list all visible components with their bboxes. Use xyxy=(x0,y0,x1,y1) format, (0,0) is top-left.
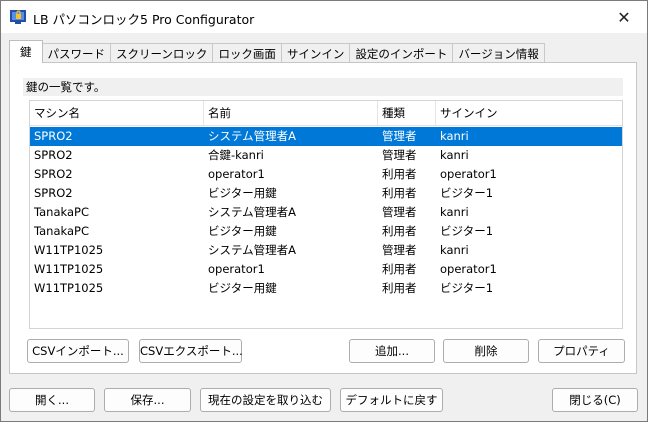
key-list-header: マシン名 名前 種類 サインイン xyxy=(30,101,622,126)
cell-machine: SPRO2 xyxy=(34,167,73,181)
column-header-machine[interactable]: マシン名 xyxy=(30,101,204,125)
load-current-settings-button[interactable]: 現在の設定を取り込む xyxy=(200,388,331,412)
cell-type: 利用者 xyxy=(382,186,417,200)
cell-type: 管理者 xyxy=(382,205,417,219)
cell-name: システム管理者A xyxy=(208,205,297,219)
open-button[interactable]: 開く... xyxy=(9,388,95,412)
cell-signin: kanri xyxy=(440,148,469,162)
tab-sign-in[interactable]: サインイン xyxy=(280,43,351,63)
cell-signin: ビジター1 xyxy=(440,186,494,200)
cell-signin: ビジター1 xyxy=(440,224,494,238)
table-row[interactable]: SPRO2 システム管理者A 管理者 kanri xyxy=(30,127,622,146)
table-row[interactable]: SPRO2 ビジター用鍵 利用者 ビジター1 xyxy=(30,184,622,203)
properties-button[interactable]: プロパティ xyxy=(538,339,625,363)
close-button[interactable]: 閉じる(C) xyxy=(552,388,638,412)
cell-type: 利用者 xyxy=(382,167,417,181)
cell-name: ビジター用鍵 xyxy=(208,186,277,200)
key-list[interactable]: マシン名 名前 種類 サインイン SPRO2 システム管理者A 管理者 kanr… xyxy=(29,100,623,329)
reset-default-button[interactable]: デフォルトに戻す xyxy=(340,388,443,412)
cell-signin: ビジター1 xyxy=(440,281,494,295)
cell-machine: SPRO2 xyxy=(34,148,73,162)
cell-machine: SPRO2 xyxy=(34,129,73,143)
cell-machine: TanakaPC xyxy=(34,224,89,238)
tab-strip: 鍵 パスワード スクリーンロック ロック画面 サインイン 設定のインポート バー… xyxy=(9,40,545,63)
window-title: LB パソコンロック5 Pro Configurator xyxy=(33,12,255,27)
csv-export-button[interactable]: CSVエクスポート... xyxy=(139,339,243,363)
cell-machine: W11TP1025 xyxy=(34,281,104,295)
cell-type: 利用者 xyxy=(382,262,417,276)
cell-signin: kanri xyxy=(440,129,469,143)
cell-name: システム管理者A xyxy=(208,243,297,257)
column-header-signin[interactable]: サインイン xyxy=(436,101,622,125)
tab-password[interactable]: パスワード xyxy=(41,43,111,63)
close-icon[interactable]: ✕ xyxy=(601,1,647,33)
save-button[interactable]: 保存... xyxy=(104,388,191,412)
cell-machine: W11TP1025 xyxy=(34,262,104,276)
table-row[interactable]: TanakaPC ビジター用鍵 利用者 ビジター1 xyxy=(30,222,622,241)
delete-key-button[interactable]: 削除 xyxy=(443,339,529,363)
cell-name: operator1 xyxy=(208,262,265,276)
tab-lock-screen[interactable]: ロック画面 xyxy=(212,43,282,63)
cell-signin: kanri xyxy=(440,205,469,219)
cell-type: 管理者 xyxy=(382,129,417,143)
cell-machine: W11TP1025 xyxy=(34,243,104,257)
cell-signin: operator1 xyxy=(440,262,497,276)
cell-type: 管理者 xyxy=(382,148,417,162)
cell-machine: TanakaPC xyxy=(34,205,89,219)
tab-screen-lock[interactable]: スクリーンロック xyxy=(110,43,214,63)
tab-key[interactable]: 鍵 xyxy=(9,40,43,63)
panel-description: 鍵の一覧です。 xyxy=(23,78,623,96)
cell-name: ビジター用鍵 xyxy=(208,224,277,238)
table-row[interactable]: W11TP1025 システム管理者A 管理者 kanri xyxy=(30,241,622,260)
csv-import-button[interactable]: CSVインポート... xyxy=(27,339,129,363)
column-header-type[interactable]: 種類 xyxy=(378,101,436,125)
add-key-button[interactable]: 追加... xyxy=(349,339,435,363)
title-bar: LB パソコンロック5 Pro Configurator ✕ xyxy=(1,1,647,33)
key-tab-panel: 鍵の一覧です。 マシン名 名前 種類 サインイン SPRO2 システム管理者A … xyxy=(9,62,637,374)
table-row[interactable]: SPRO2 合鍵-kanri 管理者 kanri xyxy=(30,146,622,165)
cell-machine: SPRO2 xyxy=(34,186,73,200)
cell-type: 管理者 xyxy=(382,243,417,257)
cell-name: operator1 xyxy=(208,167,265,181)
configurator-window: LB パソコンロック5 Pro Configurator ✕ 鍵 パスワード ス… xyxy=(0,0,648,422)
cell-name: 合鍵-kanri xyxy=(208,148,264,162)
cell-name: システム管理者A xyxy=(208,129,297,143)
tab-version-info[interactable]: バージョン情報 xyxy=(452,43,545,63)
app-lock-icon xyxy=(10,10,26,24)
table-row[interactable]: SPRO2 operator1 利用者 operator1 xyxy=(30,165,622,184)
table-row[interactable]: W11TP1025 ビジター用鍵 利用者 ビジター1 xyxy=(30,279,622,298)
table-row[interactable]: TanakaPC システム管理者A 管理者 kanri xyxy=(30,203,622,222)
cell-name: ビジター用鍵 xyxy=(208,281,277,295)
tab-import-settings[interactable]: 設定のインポート xyxy=(349,43,454,63)
cell-type: 利用者 xyxy=(382,281,417,295)
table-row[interactable]: W11TP1025 operator1 利用者 operator1 xyxy=(30,260,622,279)
column-header-name[interactable]: 名前 xyxy=(204,101,378,125)
cell-signin: operator1 xyxy=(440,167,497,181)
cell-signin: kanri xyxy=(440,243,469,257)
cell-type: 利用者 xyxy=(382,224,417,238)
